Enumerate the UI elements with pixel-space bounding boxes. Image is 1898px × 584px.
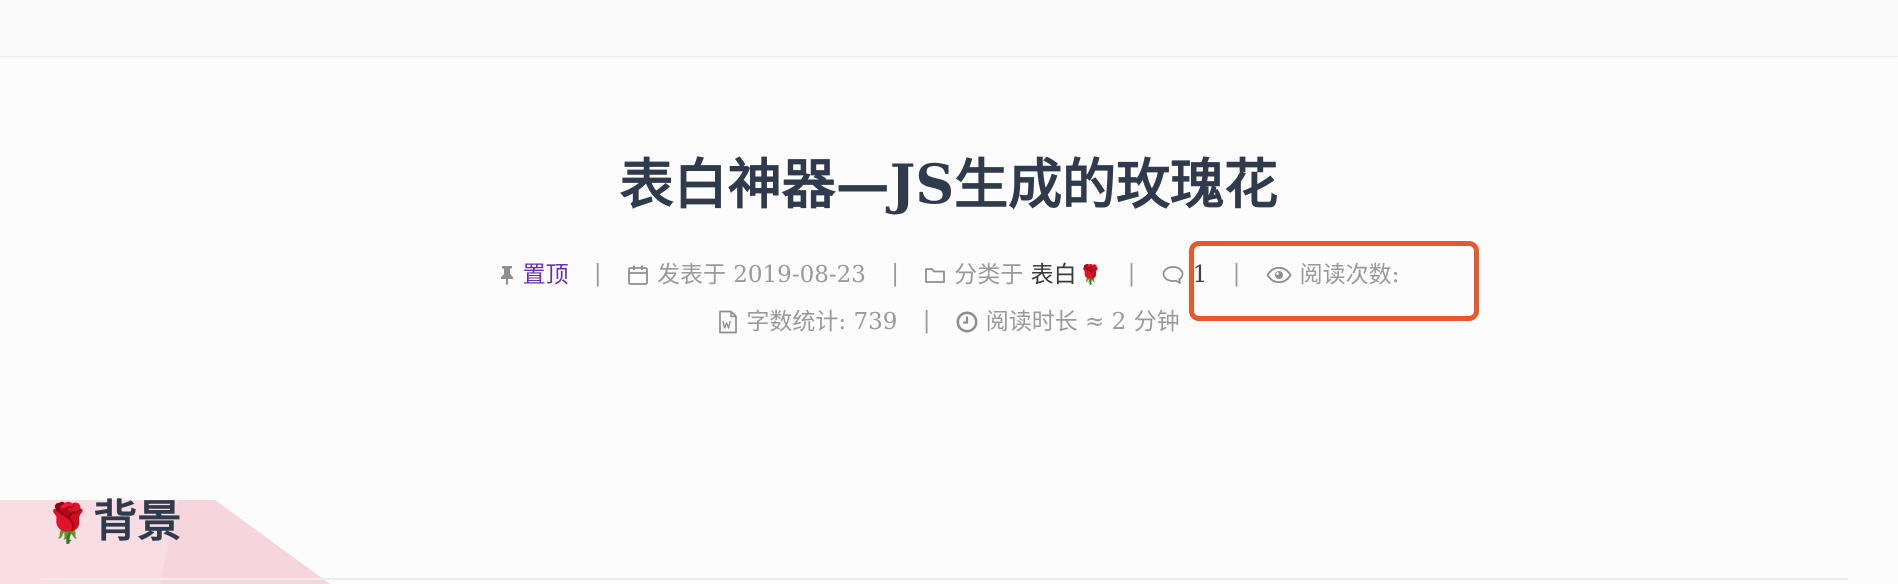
comment-icon: [1161, 265, 1185, 285]
meta-separator: |: [891, 261, 899, 287]
calendar-icon: [627, 264, 649, 286]
post-title[interactable]: 表白神器—JS生成的玫瑰花: [0, 149, 1898, 219]
published-date: 2019-08-23: [733, 262, 866, 288]
word-count-value: 739: [853, 309, 898, 335]
category-label: 分类于: [954, 262, 1024, 288]
section-heading-text: 背景: [93, 496, 182, 547]
read-time-label: 阅读时长 ≈ 2 分钟: [985, 309, 1180, 335]
read-time-meta: 阅读时长 ≈ 2 分钟: [956, 305, 1180, 339]
meta-separator: |: [922, 308, 931, 334]
meta-separator: |: [593, 261, 602, 287]
folder-icon: [924, 265, 946, 285]
post-meta-line-2: 字数统计: 739 | 阅读时长 ≈ 2 分钟: [0, 304, 1898, 339]
site-header-band: [0, 0, 1898, 57]
category-meta: 分类于 表白 🌹: [924, 258, 1102, 292]
pinned-meta[interactable]: 置顶: [499, 258, 569, 292]
section-heading: 🌹背景: [44, 494, 181, 551]
published-meta: 发表于 2019-08-23: [627, 258, 866, 292]
published-label: 发表于: [656, 262, 726, 288]
meta-separator: |: [1127, 261, 1136, 287]
post-meta-line-1: 置顶 | 发表于 2019-08-23 | 分类于 表白 🌹 | 1 | 阅读次…: [0, 257, 1898, 292]
word-doc-icon: [718, 310, 738, 334]
views-highlight-box: [1189, 241, 1479, 321]
category-rose-emoji: 🌹: [1078, 264, 1103, 286]
section-rose-emoji: 🌹: [44, 500, 92, 545]
pinned-link[interactable]: 置顶: [523, 258, 569, 292]
word-count-meta: 字数统计: 739: [718, 305, 897, 339]
category-link[interactable]: 表白: [1031, 258, 1077, 292]
clock-icon: [956, 311, 978, 333]
section-divider: [40, 578, 1848, 580]
word-count-label: 字数统计:: [746, 309, 847, 335]
thumbtack-icon: [499, 265, 515, 285]
